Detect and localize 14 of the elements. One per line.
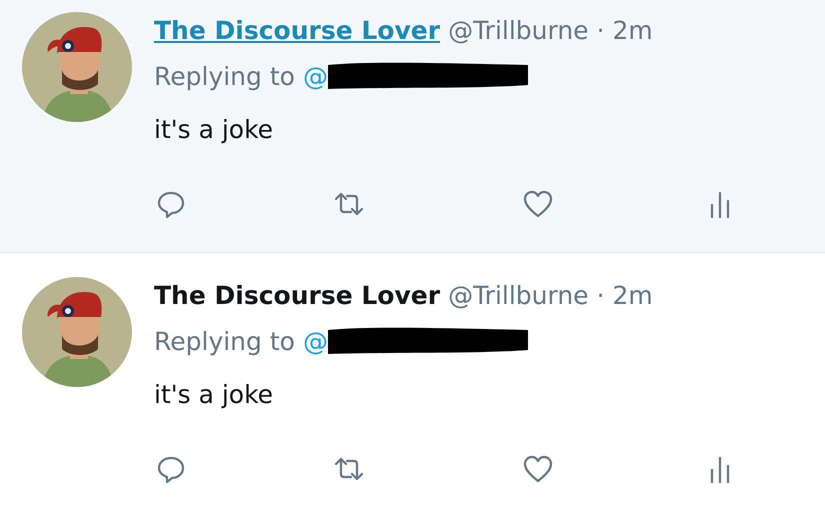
author-name[interactable]: The Discourse Lover: [154, 277, 440, 314]
tweet-text: it's a joke: [154, 379, 274, 411]
reply-handle-link[interactable]: @: [302, 58, 328, 95]
reply-handle-link[interactable]: @: [302, 322, 328, 360]
separator: ·: [596, 280, 605, 312]
timestamp[interactable]: 2m: [612, 277, 653, 314]
replying-label: Replying to: [154, 326, 295, 358]
tweet-text: it's a joke: [154, 114, 274, 146]
user-handle: @Trillburne: [448, 280, 589, 312]
timestamp[interactable]: 2m: [612, 12, 653, 50]
replying-label: Replying to: [154, 60, 295, 92]
user-handle: @Trillburne: [448, 15, 589, 47]
separator: ·: [596, 15, 605, 47]
author-name[interactable]: The Discourse Lover: [154, 12, 440, 50]
